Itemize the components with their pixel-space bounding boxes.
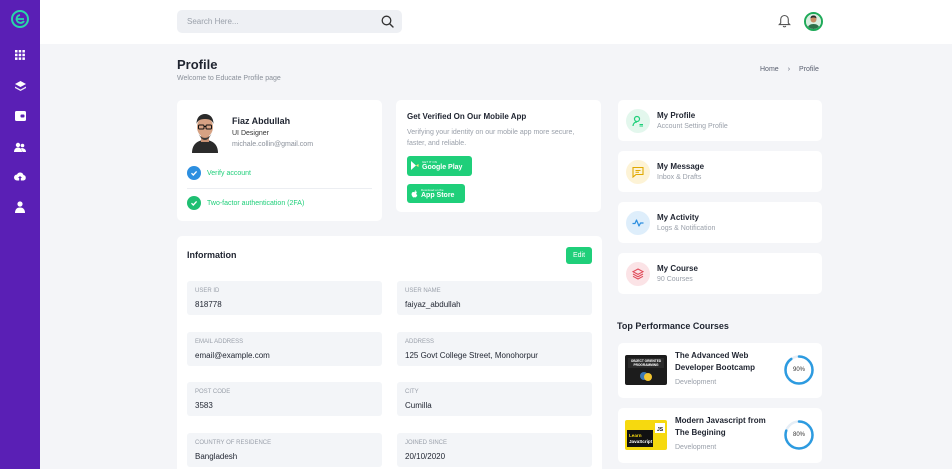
- breadcrumb-current: Profile: [799, 66, 819, 73]
- topbar: [40, 0, 952, 44]
- course-thumbnail: OBJECT ORIENTED PROGRAMMING: [625, 355, 667, 385]
- course-category: Development: [675, 379, 717, 386]
- course-thumbnail: Learn JavaScript JS: [625, 420, 667, 450]
- layers-icon[interactable]: [12, 79, 28, 93]
- email-address-field[interactable]: Email Address email@example.com: [187, 332, 382, 366]
- breadcrumb-home[interactable]: Home: [760, 66, 779, 73]
- field-label: Joined Since: [405, 440, 448, 446]
- side-card-subtitle: Account Setting Profile: [657, 123, 728, 130]
- dashboard-grid-icon[interactable]: [12, 48, 28, 62]
- side-card-title: My Activity: [657, 213, 699, 222]
- page-subtitle: Welcome to Educate Profile page: [177, 75, 281, 82]
- my-course-card[interactable]: My Course 90 Courses: [618, 253, 822, 294]
- message-icon: [626, 160, 650, 184]
- divider: [187, 188, 372, 189]
- verify-account-link[interactable]: Verify account: [187, 166, 251, 180]
- field-value: 125 Govt College Street, Monohorpur: [405, 351, 538, 360]
- two-factor-link[interactable]: Two-factor authentication (2FA): [187, 196, 304, 210]
- field-value: faiyaz_abdullah: [405, 300, 461, 309]
- profile-card: Fiaz Abdullah UI Designer michale.collin…: [177, 100, 382, 221]
- google-play-icon: [411, 157, 419, 175]
- svg-text:PROGRAMMING: PROGRAMMING: [634, 363, 659, 367]
- field-label: Address: [405, 339, 435, 345]
- field-label: User ID: [195, 288, 220, 294]
- address-field[interactable]: Address 125 Govt College Street, Monohor…: [397, 332, 592, 366]
- field-label: Post Code: [195, 389, 231, 395]
- svg-text:JS: JS: [657, 427, 664, 433]
- page-title: Profile: [177, 57, 218, 72]
- person-icon[interactable]: [12, 200, 28, 214]
- my-profile-card[interactable]: My Profile Account Setting Profile: [618, 100, 822, 141]
- verify-description: Verifying your identity on our mobile ap…: [407, 129, 575, 147]
- field-label: City: [405, 389, 419, 395]
- profile-photo: [189, 110, 221, 153]
- breadcrumb: Home › Profile: [760, 66, 819, 73]
- field-value: email@example.com: [195, 351, 270, 360]
- two-factor-label: Two-factor authentication (2FA): [207, 199, 305, 207]
- side-card-subtitle: Logs & Notification: [657, 225, 716, 232]
- svg-text:Learn: Learn: [629, 433, 642, 438]
- google-play-large-text: Google Play: [422, 164, 463, 171]
- wallet-icon[interactable]: [12, 109, 28, 123]
- field-label: Country of Residence: [195, 440, 272, 446]
- side-card-title: My Message: [657, 162, 705, 171]
- verify-account-label: Verify account: [207, 169, 251, 177]
- sidebar: [0, 0, 40, 469]
- user-id-field[interactable]: User ID 818778: [187, 281, 382, 315]
- information-card: Information Edit User ID 818778 User Nam…: [177, 236, 602, 469]
- side-card-subtitle: 90 Courses: [657, 276, 693, 283]
- user-name-field[interactable]: User Name faiyaz_abdullah: [397, 281, 592, 315]
- field-value: 818778: [195, 300, 222, 309]
- verify-mobile-card: Get Verified On Our Mobile App Verifying…: [396, 100, 601, 212]
- course-category: Development: [675, 444, 717, 451]
- cloud-upload-icon[interactable]: [12, 170, 28, 184]
- my-message-card[interactable]: My Message Inbox & Drafts: [618, 151, 822, 192]
- users-icon[interactable]: [12, 140, 28, 154]
- bell-icon[interactable]: [778, 14, 791, 28]
- activity-icon: [626, 211, 650, 235]
- course-card[interactable]: OBJECT ORIENTED PROGRAMMING The Advanced …: [618, 343, 822, 398]
- user-avatar[interactable]: [804, 12, 823, 31]
- app-store-large-text: App Store: [421, 191, 455, 199]
- verify-title: Get Verified On Our Mobile App: [407, 112, 527, 121]
- search-box: [177, 10, 402, 33]
- field-value: 3583: [195, 401, 213, 410]
- side-card-title: My Course: [657, 264, 698, 273]
- side-card-title: My Profile: [657, 111, 696, 120]
- apple-icon: [411, 185, 418, 203]
- field-label: User Name: [405, 288, 441, 294]
- search-input[interactable]: [187, 14, 377, 29]
- logo-icon[interactable]: [11, 10, 29, 28]
- profile-name: Fiaz Abdullah: [232, 116, 291, 126]
- course-title: The Advanced Web Developer Bootcamp: [675, 351, 756, 372]
- chevron-right-icon: ›: [787, 66, 791, 73]
- course-card[interactable]: Learn JavaScript JS Modern Javascript from…: [618, 408, 822, 463]
- shield-check-icon: [187, 196, 201, 210]
- profile-email: michale.collin@gmail.com: [232, 141, 314, 148]
- user-icon: [626, 109, 650, 133]
- my-activity-card[interactable]: My Activity Logs & Notification: [618, 202, 822, 243]
- google-play-button[interactable]: GET IT ON Google Play: [407, 156, 472, 176]
- field-label: Email Address: [195, 339, 244, 345]
- progress-label: 80%: [792, 432, 805, 438]
- svg-text:JavaScript: JavaScript: [629, 439, 653, 444]
- layers-icon: [626, 262, 650, 286]
- field-value: 20/10/2020: [405, 452, 446, 461]
- joined-since-field[interactable]: Joined Since 20/10/2020: [397, 433, 592, 467]
- country-field[interactable]: Country of Residence Bangladesh: [187, 433, 382, 467]
- side-card-subtitle: Inbox & Drafts: [657, 174, 702, 181]
- field-value: Bangladesh: [195, 452, 238, 461]
- city-field[interactable]: City Cumilla: [397, 382, 592, 416]
- information-title: Information: [187, 250, 237, 260]
- check-circle-icon: [187, 166, 201, 180]
- progress-label: 90%: [792, 367, 805, 373]
- edit-button[interactable]: Edit: [566, 247, 592, 264]
- top-courses-title: Top Performance Courses: [617, 321, 729, 331]
- post-code-field[interactable]: Post Code 3583: [187, 382, 382, 416]
- app-store-button[interactable]: Download on the App Store: [407, 184, 465, 203]
- course-title: Modern Javascript from The Begining: [675, 416, 766, 437]
- profile-role: UI Designer: [232, 130, 269, 137]
- field-value: Cumilla: [405, 401, 432, 410]
- search-icon[interactable]: [381, 15, 394, 28]
